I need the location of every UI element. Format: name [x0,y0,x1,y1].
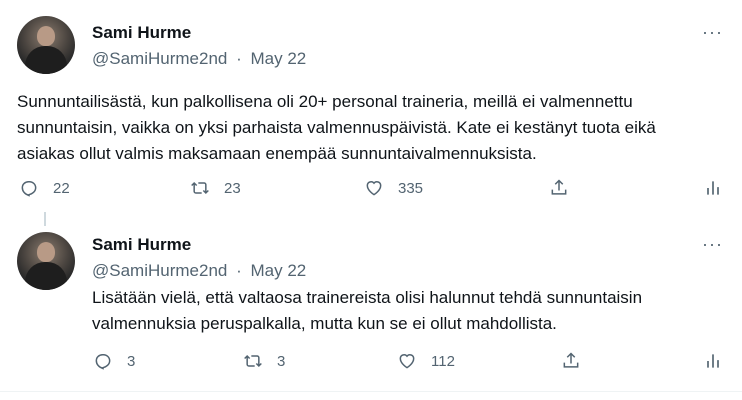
reply-button[interactable]: 22 [19,178,70,198]
like-button[interactable]: 335 [364,178,423,198]
retweet-count: 23 [224,179,241,197]
reply-icon [21,181,37,197]
author-handle[interactable]: @SamiHurme2nd [92,49,227,68]
reply-count: 3 [127,352,136,370]
avatar[interactable] [17,16,75,74]
reply-icon [95,354,111,370]
more-options-button[interactable]: ··· [702,22,723,43]
separator: · [236,49,242,68]
retweet-icon [244,354,262,368]
share-icon [563,352,579,368]
share-button[interactable] [561,351,581,371]
tweet-actions: 22 23 335 [0,178,742,202]
reply-button[interactable]: 3 [93,351,135,371]
more-options-button[interactable]: ··· [702,234,723,255]
tweet-date[interactable]: May 22 [251,49,307,68]
author-name[interactable]: Sami Hurme [92,235,191,255]
reply-count: 22 [53,179,70,197]
retweet-button[interactable]: 3 [243,351,285,371]
tweet-1[interactable]: Sami Hurme @SamiHurme2nd · May 22 ··· Su… [0,0,742,212]
like-count: 335 [398,179,424,197]
heart-icon [366,181,382,196]
separator: · [236,261,242,280]
like-count: 112 [431,352,455,370]
like-button[interactable]: 112 [397,351,455,371]
tweet-date[interactable]: May 22 [251,261,307,280]
heart-icon [399,354,415,369]
tweet-text: Lisätään vielä, että valtaosa trainereis… [92,288,643,333]
author-name[interactable]: Sami Hurme [92,23,191,43]
share-button[interactable] [549,178,569,198]
analytics-icon [707,354,719,368]
share-icon [551,179,567,195]
retweet-button[interactable]: 23 [190,178,241,198]
tweet-actions: 3 3 112 [0,351,742,375]
analytics-button[interactable] [703,351,723,371]
retweet-icon [191,181,209,195]
thread-connector [44,212,46,226]
analytics-icon [707,181,719,195]
analytics-button[interactable] [703,178,723,198]
tweet-text: Sunnuntailisästä, kun palkollisena oli 2… [17,92,656,163]
avatar[interactable] [17,232,75,290]
author-handle[interactable]: @SamiHurme2nd [92,261,227,280]
tweet-2[interactable]: Sami Hurme @SamiHurme2nd · May 22 ··· Li… [0,226,742,391]
retweet-count: 3 [277,352,286,370]
divider [0,391,742,392]
